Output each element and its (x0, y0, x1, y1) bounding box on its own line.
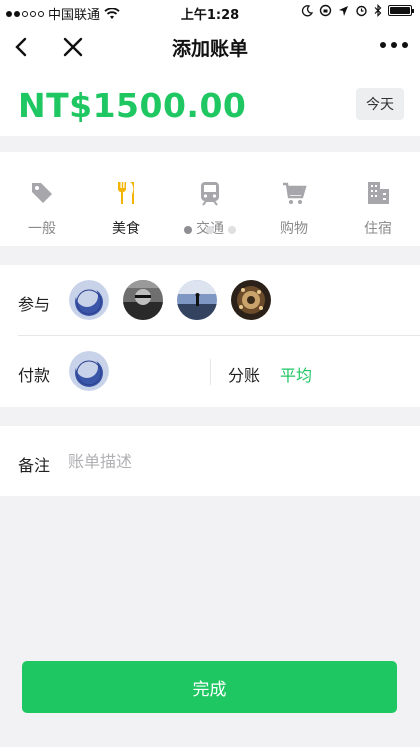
alarm-icon (356, 5, 367, 17)
done-button[interactable]: 完成 (22, 661, 397, 713)
moon-icon (301, 4, 313, 16)
train-icon (168, 168, 252, 206)
vertical-divider (210, 359, 211, 385)
pager-dot[interactable] (184, 226, 192, 234)
page-title: 添加账单 (171, 37, 248, 60)
participants-section: 参与 付款 分账 平均 (0, 265, 420, 407)
date-button[interactable]: 今天 (356, 88, 404, 120)
note-label: 备注 (18, 456, 51, 475)
cart-icon (252, 168, 336, 206)
tag-icon (0, 168, 84, 206)
location-icon (339, 5, 348, 16)
split-mode-button[interactable]: 平均 (280, 362, 312, 386)
status-right (301, 4, 414, 17)
status-bar: 中国联通 上午1:28 (0, 0, 420, 24)
payer-label: 付款 (18, 366, 51, 385)
bluetooth-icon (374, 4, 382, 17)
amount-section: NT$1500.00 今天 (0, 74, 420, 136)
more-dots-icon[interactable] (380, 42, 408, 48)
note-input[interactable] (68, 444, 398, 478)
avatar[interactable] (123, 280, 163, 320)
building-icon (336, 168, 420, 206)
split-label: 分账 (228, 366, 261, 385)
fork-knife-icon (84, 168, 168, 206)
amount-value[interactable]: NT$1500.00 (18, 86, 246, 125)
avatar[interactable] (231, 280, 271, 320)
payer-avatar[interactable] (69, 351, 109, 391)
avatar[interactable] (177, 280, 217, 320)
avatar[interactable] (69, 280, 109, 320)
note-section: 备注 (0, 426, 420, 496)
category-pager (0, 226, 420, 234)
divider (18, 335, 420, 336)
nav-bar: 添加账单 (0, 24, 420, 70)
pager-dot[interactable] (206, 226, 214, 234)
pager-dot[interactable] (228, 226, 236, 234)
category-section: 一般 美食 交通 购物 住宿 (0, 152, 420, 246)
participants-label: 参与 (18, 295, 51, 314)
battery-icon (388, 5, 414, 16)
rotation-lock-icon (319, 4, 332, 17)
